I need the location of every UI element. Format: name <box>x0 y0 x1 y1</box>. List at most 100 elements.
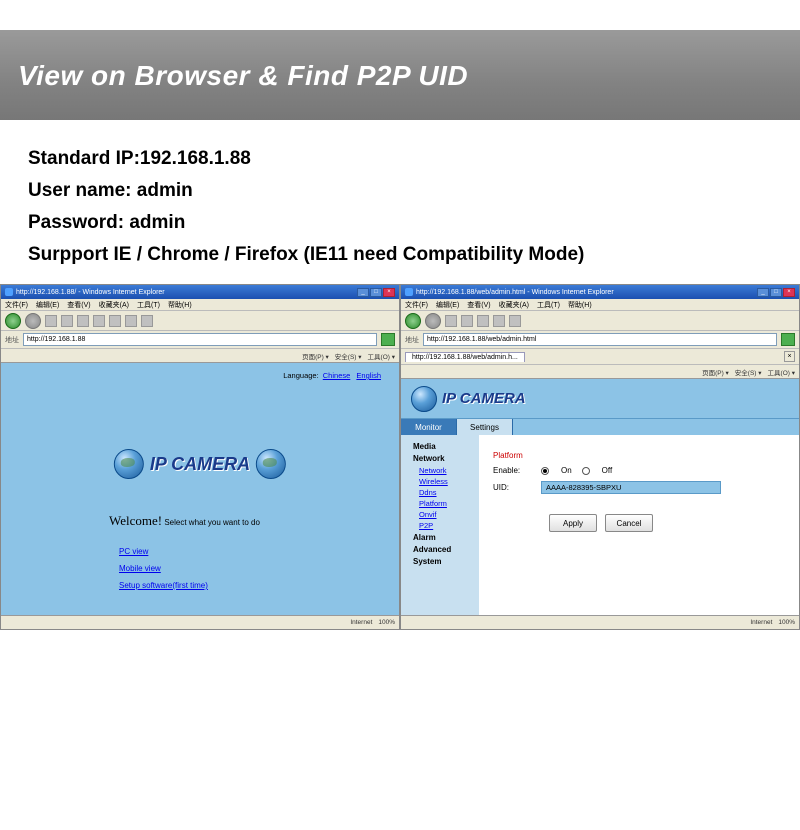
sidebar-item-p2p[interactable]: P2P <box>419 521 479 530</box>
ie-icon <box>405 288 413 296</box>
welcome-sub: Select what you want to do <box>164 518 260 527</box>
favorites-icon[interactable] <box>109 315 121 327</box>
tab-settings[interactable]: Settings <box>457 419 513 435</box>
status-zoom: 100% <box>378 619 395 626</box>
page-menu[interactable]: 页面(P) ▾ <box>702 367 729 377</box>
tools-menu[interactable]: 工具(O) ▾ <box>368 351 395 361</box>
sidebar-media[interactable]: Media <box>413 442 479 451</box>
status-internet: Internet <box>750 619 772 626</box>
address-label: 地址 <box>405 335 419 345</box>
back-button[interactable] <box>5 313 21 329</box>
radio-on[interactable] <box>541 467 549 475</box>
options-icon[interactable] <box>141 315 153 327</box>
uid-field[interactable]: AAAA-828395-SBPXU <box>541 481 721 494</box>
menu-tools[interactable]: 工具(T) <box>137 300 160 310</box>
username-line: User name: admin <box>28 180 772 202</box>
radio-off[interactable] <box>582 467 590 475</box>
go-button[interactable] <box>781 333 795 346</box>
sidebar-item-ddns[interactable]: Ddns <box>419 488 479 497</box>
menubar: 文件(F) 编辑(E) 查看(V) 收藏夹(A) 工具(T) 帮助(H) <box>401 299 799 311</box>
uid-label: UID: <box>493 483 531 492</box>
link-setup-software[interactable]: Setup software(first time) <box>119 581 208 590</box>
welcome-text: Welcome! <box>109 513 162 528</box>
tab-monitor[interactable]: Monitor <box>401 419 457 435</box>
forward-button[interactable] <box>425 313 441 329</box>
apply-button[interactable]: Apply <box>549 514 597 532</box>
section-title: Platform <box>493 451 531 460</box>
address-input[interactable]: http://192.168.1.88 <box>23 333 377 346</box>
sidebar-item-network[interactable]: Network <box>419 466 479 475</box>
close-button[interactable]: × <box>383 288 395 297</box>
sidebar-item-platform[interactable]: Platform <box>419 499 479 508</box>
menu-tools[interactable]: 工具(T) <box>537 300 560 310</box>
home-icon[interactable] <box>477 315 489 327</box>
address-input[interactable]: http://192.168.1.88/web/admin.html <box>423 333 777 346</box>
welcome-links: PC view Mobile view Setup software(first… <box>119 539 208 598</box>
link-pc-view[interactable]: PC view <box>119 547 208 556</box>
tab-strip: http://192.168.1.88/web/admin.h... × <box>401 349 799 365</box>
forward-button[interactable] <box>25 313 41 329</box>
window-titlebar: http://192.168.1.88/web/admin.html - Win… <box>401 285 799 299</box>
tools-menu[interactable]: 工具(O) ▾ <box>768 367 795 377</box>
tab-close-icon[interactable]: × <box>784 351 795 362</box>
stop-icon[interactable] <box>445 315 457 327</box>
globe-icon <box>411 386 437 412</box>
menu-view[interactable]: 查看(V) <box>67 300 90 310</box>
settings-panel: Platform Enable: On Off UID: AAAA-828395… <box>479 435 799 615</box>
safety-menu[interactable]: 安全(S) ▾ <box>335 351 362 361</box>
address-bar: 地址 http://192.168.1.88 <box>1 331 399 349</box>
sidebar-item-wireless[interactable]: Wireless <box>419 477 479 486</box>
maximize-button[interactable]: □ <box>770 288 782 297</box>
close-button[interactable]: × <box>783 288 795 297</box>
menu-edit[interactable]: 编辑(E) <box>36 300 59 310</box>
menu-fav[interactable]: 收藏夹(A) <box>99 300 129 310</box>
window-titlebar: http://192.168.1.88/ - Windows Internet … <box>1 285 399 299</box>
welcome-block: Welcome! Select what you want to do <box>109 513 260 529</box>
sidebar-advanced[interactable]: Advanced <box>413 545 479 554</box>
lang-chinese[interactable]: Chinese <box>323 371 351 380</box>
link-mobile-view[interactable]: Mobile view <box>119 564 208 573</box>
back-button[interactable] <box>405 313 421 329</box>
menubar: 文件(F) 编辑(E) 查看(V) 收藏夹(A) 工具(T) 帮助(H) <box>1 299 399 311</box>
home-icon[interactable] <box>77 315 89 327</box>
off-label: Off <box>602 466 613 475</box>
minimize-button[interactable]: _ <box>757 288 769 297</box>
maximize-button[interactable]: □ <box>370 288 382 297</box>
page-menu[interactable]: 页面(P) ▾ <box>302 351 329 361</box>
print-icon[interactable] <box>125 315 137 327</box>
stop-icon[interactable] <box>45 315 57 327</box>
refresh-icon[interactable] <box>61 315 73 327</box>
language-label: Language: <box>283 371 318 380</box>
menu-help[interactable]: 帮助(H) <box>568 300 592 310</box>
go-button[interactable] <box>381 333 395 346</box>
address-bar: 地址 http://192.168.1.88/web/admin.html <box>401 331 799 349</box>
browser-tab[interactable]: http://192.168.1.88/web/admin.h... <box>405 352 525 362</box>
safety-menu[interactable]: 安全(S) ▾ <box>735 367 762 377</box>
page-content: IP CAMERA Monitor Settings Media Network… <box>401 379 799 615</box>
cancel-button[interactable]: Cancel <box>605 514 653 532</box>
favorites-icon[interactable] <box>509 315 521 327</box>
address-label: 地址 <box>5 335 19 345</box>
minimize-button[interactable]: _ <box>357 288 369 297</box>
screenshot-right: http://192.168.1.88/web/admin.html - Win… <box>400 284 800 630</box>
menu-fav[interactable]: 收藏夹(A) <box>499 300 529 310</box>
sidebar-alarm[interactable]: Alarm <box>413 533 479 542</box>
support-line: Surpport IE / Chrome / Firefox (IE11 nee… <box>28 244 772 266</box>
menu-file[interactable]: 文件(F) <box>405 300 428 310</box>
lang-english[interactable]: English <box>356 371 381 380</box>
search-icon[interactable] <box>93 315 105 327</box>
menu-edit[interactable]: 编辑(E) <box>436 300 459 310</box>
search-icon[interactable] <box>493 315 505 327</box>
menu-file[interactable]: 文件(F) <box>5 300 28 310</box>
sidebar-network[interactable]: Network <box>413 454 479 463</box>
links-bar: 页面(P) ▾ 安全(S) ▾ 工具(O) ▾ <box>1 349 399 363</box>
window-title: http://192.168.1.88/web/admin.html - Win… <box>416 289 614 296</box>
window-title: http://192.168.1.88/ - Windows Internet … <box>16 289 165 296</box>
toolbar <box>401 311 799 331</box>
sidebar-item-onvif[interactable]: Onvif <box>419 510 479 519</box>
refresh-icon[interactable] <box>461 315 473 327</box>
menu-view[interactable]: 查看(V) <box>467 300 490 310</box>
sidebar-system[interactable]: System <box>413 557 479 566</box>
menu-help[interactable]: 帮助(H) <box>168 300 192 310</box>
links-bar: 页面(P) ▾ 安全(S) ▾ 工具(O) ▾ <box>401 365 799 379</box>
